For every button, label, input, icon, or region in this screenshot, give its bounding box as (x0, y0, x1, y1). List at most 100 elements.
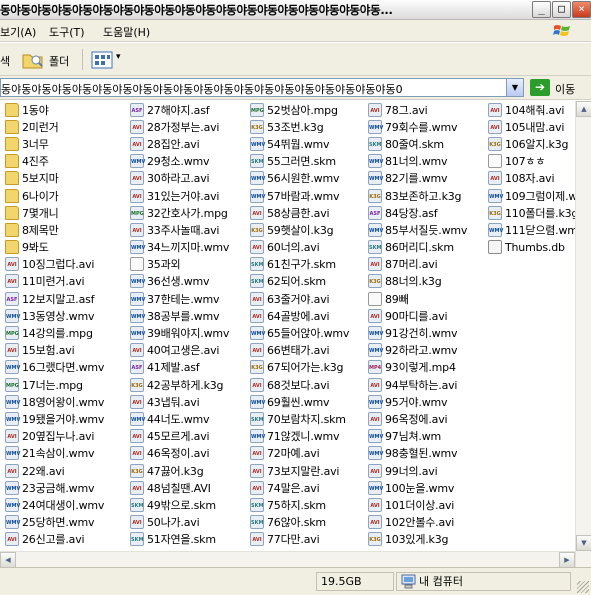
file-item[interactable]: SKM 86머리디.skm (368, 239, 486, 256)
menu-view[interactable]: 보기(A) (0, 24, 36, 40)
file-item[interactable]: AVI 11미련거.avi (5, 273, 125, 290)
file-item[interactable]: K3G 42공부하게.k3g (130, 376, 248, 393)
file-item[interactable]: K3G 47끓어.k3g (130, 462, 248, 479)
file-item[interactable]: Thumbs.db (488, 239, 575, 256)
folder-item[interactable]: 2미런거 (5, 118, 125, 135)
file-item[interactable]: WMV 39배워야지.wmv (130, 324, 248, 341)
file-item[interactable]: WMV 100눈을.wmv (368, 479, 486, 496)
scroll-right-button[interactable]: ▶ (559, 552, 575, 568)
file-item[interactable]: WMV111닫으렴.wmv (488, 221, 575, 238)
file-item[interactable]: K3G 59햇살이.k3g (250, 221, 366, 238)
file-item[interactable]: WMV 82기를.wmv (368, 170, 486, 187)
file-item[interactable]: WMV 16그랬다면.wmv (5, 359, 125, 376)
file-item[interactable]: WMV 25당하면.wmv (5, 514, 125, 531)
file-item[interactable]: WMV 36선생.wmv (130, 273, 248, 290)
file-item[interactable]: AVI 101더이상.avi (368, 496, 486, 513)
file-item[interactable]: AVI 102안볼수.avi (368, 514, 486, 531)
file-item[interactable]: K3G 53조번.k3g (250, 118, 366, 135)
file-item[interactable]: WMV 69훨씬.wmv (250, 393, 366, 410)
file-item[interactable]: AVI 20옆집누나.avi (5, 428, 125, 445)
file-item[interactable]: SKM 80줄여.skm (368, 135, 486, 152)
file-item[interactable]: AVI 94부탁하는.avi (368, 376, 486, 393)
file-item[interactable]: SKM 61친구가.skm (250, 256, 366, 273)
file-item[interactable]: ASF 84당장.asf (368, 204, 486, 221)
folders-button[interactable]: 폴더 (49, 53, 69, 69)
file-item[interactable]: AVI 66변태가.avi (250, 342, 366, 359)
file-item[interactable]: SKM 70보람차지.skm (250, 410, 366, 427)
resize-grip[interactable] (577, 581, 589, 593)
folder-item[interactable]: 6나이가 (5, 187, 125, 204)
views-icon[interactable] (91, 51, 113, 69)
file-item[interactable]: WMV 65들어앉아.wmv (250, 324, 366, 341)
folder-item[interactable]: 7몇개니 (5, 204, 125, 221)
file-item[interactable]: AVI 72마예.avi (250, 445, 366, 462)
file-item[interactable]: AVI 108자.avi (488, 170, 575, 187)
file-item[interactable]: K3G 83보존하고.k3g (368, 187, 486, 204)
file-item[interactable]: WMV 13동영상.wmv (5, 307, 125, 324)
scroll-left-button[interactable]: ◀ (0, 552, 16, 568)
file-item[interactable]: WMV 18영어왕이.wmv (5, 393, 125, 410)
file-item[interactable]: WMV 85부서질듯.wmv (368, 221, 486, 238)
file-item[interactable]: ASF 12보지말고.asf (5, 290, 125, 307)
file-item[interactable]: AVI 30하라고.avi (130, 170, 248, 187)
folder-item[interactable]: 9봐도 (5, 239, 125, 256)
file-item[interactable]: AVI 46옥정이.avi (130, 445, 248, 462)
folder-item[interactable]: 5보지마 (5, 170, 125, 187)
file-item[interactable]: K3G 88너의.k3g (368, 273, 486, 290)
file-item[interactable]: AVI 73보지말란.avi (250, 462, 366, 479)
file-item[interactable]: WMV 71않겠니.wmv (250, 428, 366, 445)
file-item[interactable]: WMV 54뛰뭡.wmv (250, 135, 366, 152)
file-item[interactable]: AVI 22왜.avi (5, 462, 125, 479)
file-item[interactable]: 35과외 (130, 256, 248, 273)
file-item[interactable]: WMV 57바람과.wmv (250, 187, 366, 204)
file-item[interactable]: WMV 34느끼지마.wmv (130, 239, 248, 256)
file-item[interactable]: WMV 38공부를.wmv (130, 307, 248, 324)
menu-help[interactable]: 도움말(H) (103, 24, 150, 40)
maximize-button[interactable]: □ (552, 1, 571, 18)
file-item[interactable]: WMV 81너의.wmv (368, 153, 486, 170)
file-item[interactable]: AVI 48넘칠땐.AVI (130, 479, 248, 496)
file-item[interactable]: AVI 58상큼한.avi (250, 204, 366, 221)
file-item[interactable]: AVI 28가정부는.avi (130, 118, 248, 135)
file-item[interactable]: AVI 60너의.avi (250, 239, 366, 256)
file-item[interactable]: K3G 106알지.k3g (488, 135, 575, 152)
file-item[interactable]: AVI 90마디를.avi (368, 307, 486, 324)
file-item[interactable]: 107ㅎㅎ (488, 153, 575, 170)
file-item[interactable]: AVI 64골방에.avi (250, 307, 366, 324)
horizontal-scrollbar[interactable]: ◀ ▶ (0, 551, 575, 568)
file-item[interactable]: WMV 95거야.wmv (368, 393, 486, 410)
folder-item[interactable]: 1동야 (5, 101, 125, 118)
file-item[interactable]: K3G 67되어가는.k3g (250, 359, 366, 376)
file-item[interactable]: MPG 52벗삼아.mpg (250, 101, 366, 118)
file-item[interactable]: AVI 104해줘.avi (488, 101, 575, 118)
file-item[interactable]: AVI 45모르게.avi (130, 428, 248, 445)
file-item[interactable]: AVI 77다만.avi (250, 531, 366, 548)
file-item[interactable]: AVI 63줄거야.avi (250, 290, 366, 307)
file-item[interactable]: MPG 17너는.mpg (5, 376, 125, 393)
address-input[interactable]: 동야동야동야동야동야동야동야동야동야동야동야동야동야동야동야동야동야동야동야동0… (0, 78, 524, 97)
close-button[interactable]: × (572, 1, 591, 18)
file-item[interactable]: SKM 51자연을.skm (130, 531, 248, 548)
file-item[interactable]: MPG 14강의를.mpg (5, 324, 125, 341)
file-item[interactable]: MPG 32간호사가.mpg (130, 204, 248, 221)
file-item[interactable]: SKM 62되어.skm (250, 273, 366, 290)
file-item[interactable]: AVI 87머리.avi (368, 256, 486, 273)
minimize-button[interactable]: _ (532, 1, 551, 18)
file-item[interactable]: AVI 15보험.avi (5, 342, 125, 359)
folder-item[interactable]: 4진주 (5, 153, 125, 170)
file-item[interactable]: AVI 105내맘.avi (488, 118, 575, 135)
address-dropdown-button[interactable]: ▼ (506, 79, 523, 96)
file-item[interactable]: SKM 49밖으로.skm (130, 496, 248, 513)
file-item[interactable]: WMV 98충혈된.wmv (368, 445, 486, 462)
search-button[interactable]: 색 (0, 53, 10, 69)
file-item[interactable]: WMV 92하라고.wmv (368, 342, 486, 359)
file-item[interactable]: WMV 23궁금해.wmv (5, 479, 125, 496)
file-item[interactable]: ASF 27해야지.asf (130, 101, 248, 118)
file-item[interactable]: AVI 40여고생은.avi (130, 342, 248, 359)
file-item[interactable]: AVI 74말은.avi (250, 479, 366, 496)
file-item[interactable]: WMV 56시원한.wmv (250, 170, 366, 187)
file-item[interactable]: WMV 29청소.wmv (130, 153, 248, 170)
file-item[interactable]: AVI 26신고를.avi (5, 531, 125, 548)
file-item[interactable]: AVI 96옥정에.avi (368, 410, 486, 427)
file-item[interactable]: AVI 50나가.avi (130, 514, 248, 531)
